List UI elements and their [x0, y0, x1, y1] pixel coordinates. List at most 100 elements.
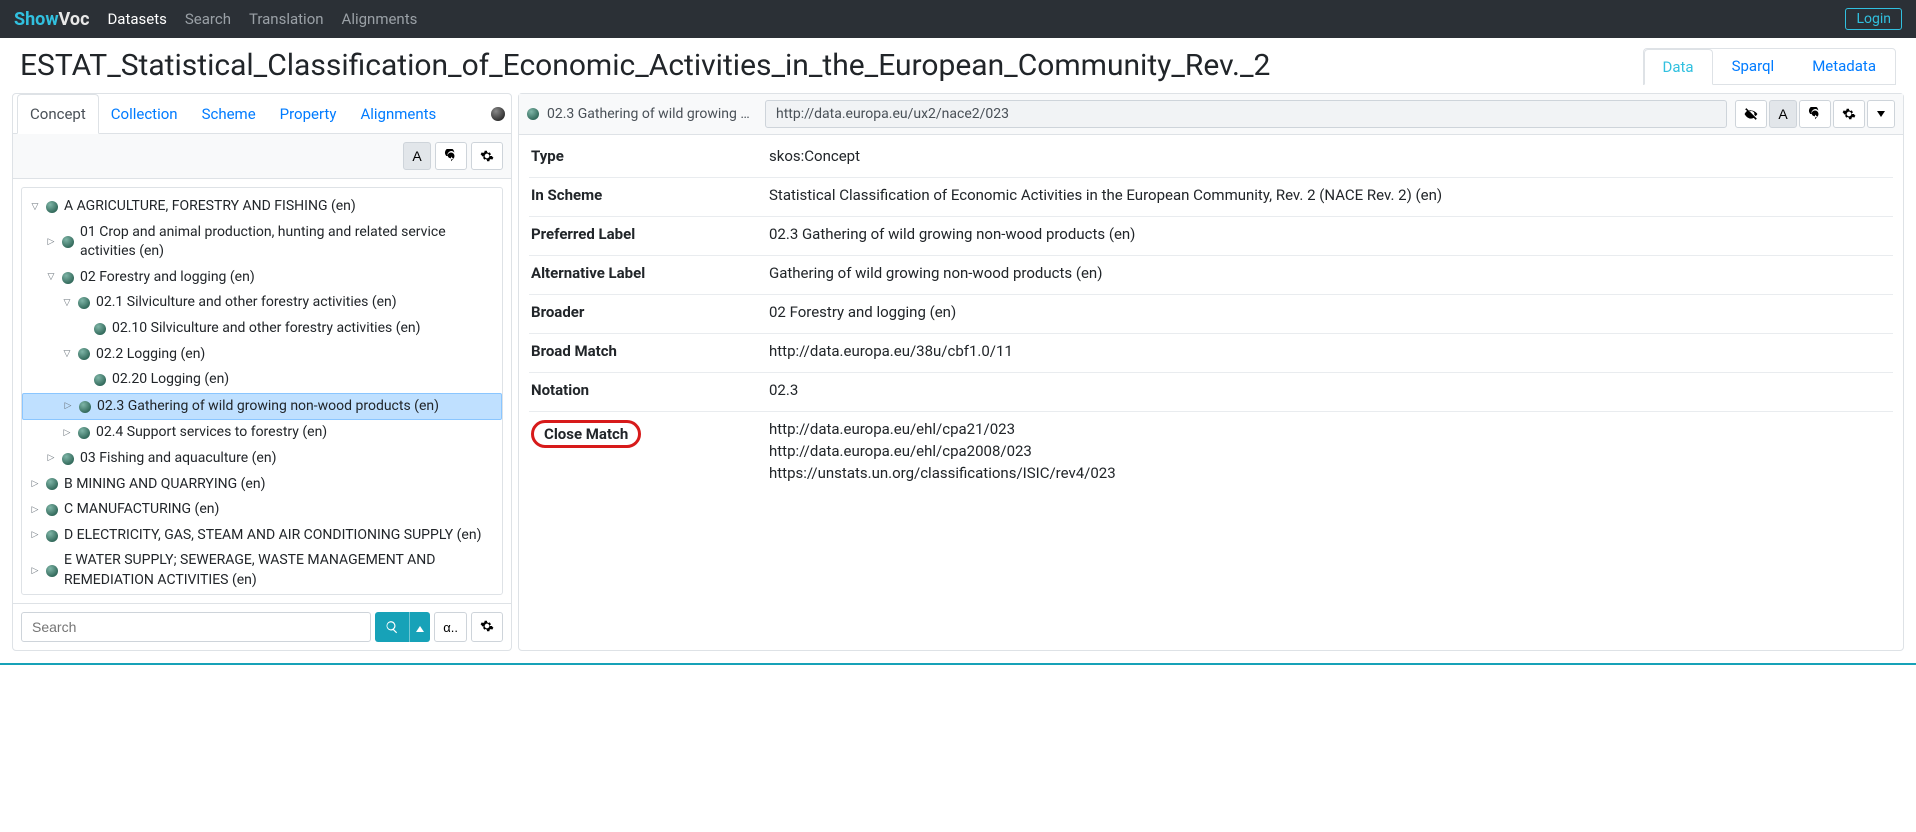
tree-node-label: 02 Forestry and logging (en) [80, 268, 255, 288]
detail-header: 02.3 Gathering of wild growing no... htt… [519, 94, 1903, 135]
property-row: Broader02 Forestry and logging (en) [529, 295, 1893, 334]
concept-orb-icon [46, 504, 58, 516]
concept-orb-icon [78, 348, 90, 360]
alpha-filter-button[interactable]: α.. [434, 612, 467, 642]
property-value: http://data.europa.eu/38u/cbf1.0/11 [769, 342, 1893, 364]
gear-icon [480, 149, 494, 163]
nav-search[interactable]: Search [185, 10, 231, 28]
property-label: Preferred Label [529, 225, 769, 247]
detail-more-button[interactable] [1867, 100, 1895, 128]
brand-logo[interactable]: ShowVoc [14, 9, 89, 30]
search-settings-button[interactable] [471, 612, 503, 642]
caret-closed-icon[interactable] [30, 566, 40, 576]
tree-node-label: B MINING AND QUARRYING (en) [64, 475, 265, 495]
tree-node[interactable]: D ELECTRICITY, GAS, STEAM AND AIR CONDIT… [22, 523, 502, 549]
refresh-button[interactable] [435, 142, 467, 170]
property-value: http://data.europa.eu/ehl/cpa21/023http:… [769, 420, 1893, 486]
nav-alignments[interactable]: Alignments [342, 10, 418, 28]
caret-closed-icon[interactable] [46, 237, 56, 247]
alpha-sort-button[interactable]: A [403, 142, 431, 170]
tree-node[interactable]: C MANUFACTURING (en) [22, 497, 502, 523]
tree-node[interactable]: 01 Crop and animal production, hunting a… [22, 220, 502, 265]
nav-translation[interactable]: Translation [249, 10, 324, 28]
tree-node[interactable]: 03 Fishing and aquaculture (en) [22, 446, 502, 472]
concept-tree[interactable]: A AGRICULTURE, FORESTRY AND FISHING (en)… [21, 187, 503, 595]
tree-node-label: 02.2 Logging (en) [96, 345, 205, 365]
footer-accent [0, 663, 1916, 665]
brand-part2: Voc [59, 9, 90, 30]
concept-orb-icon [46, 530, 58, 542]
tab-alignments-left[interactable]: Alignments [348, 95, 448, 133]
tree-node[interactable]: 02.1 Silviculture and other forestry act… [22, 290, 502, 316]
caret-closed-icon[interactable] [30, 479, 40, 489]
search-input[interactable] [21, 612, 371, 642]
tree-node-label: 02.10 Silviculture and other forestry ac… [112, 319, 421, 339]
tree-node-label: 03 Fishing and aquaculture (en) [80, 449, 276, 469]
property-value-line: https://unstats.un.org/classifications/I… [769, 464, 1893, 482]
property-value: 02 Forestry and logging (en) [769, 303, 1893, 325]
concept-orb-icon [46, 201, 58, 213]
hide-button[interactable] [1735, 100, 1767, 128]
tree-node[interactable]: E WATER SUPPLY; SEWERAGE, WASTE MANAGEME… [22, 548, 502, 593]
caret-open-icon[interactable] [62, 349, 72, 359]
property-value: 02.3 Gathering of wild growing non-wood … [769, 225, 1893, 247]
caret-open-icon[interactable] [62, 298, 72, 308]
page-tabs: Data Sparql Metadata [1643, 48, 1897, 85]
scheme-selector-icon[interactable] [491, 107, 505, 121]
tree-node[interactable]: 02.3 Gathering of wild growing non-wood … [22, 393, 502, 421]
login-button[interactable]: Login [1845, 8, 1902, 30]
uri-field[interactable]: http://data.europa.eu/ux2/nace2/023 [765, 100, 1727, 128]
tab-collection[interactable]: Collection [99, 95, 190, 133]
property-value: Statistical Classification of Economic A… [769, 186, 1893, 208]
tab-concept[interactable]: Concept [17, 94, 99, 134]
property-label: In Scheme [529, 186, 769, 208]
concept-orb-icon [62, 272, 74, 284]
nav-datasets[interactable]: Datasets [107, 10, 166, 28]
property-label: Type [529, 147, 769, 169]
search-button[interactable] [375, 612, 409, 642]
tree-node[interactable]: B MINING AND QUARRYING (en) [22, 472, 502, 498]
concept-orb-icon [78, 427, 90, 439]
caret-closed-icon[interactable] [30, 505, 40, 515]
property-label: Notation [529, 381, 769, 403]
tree-node[interactable]: 02 Forestry and logging (en) [22, 265, 502, 291]
search-bar: α.. [13, 603, 511, 650]
tab-scheme[interactable]: Scheme [190, 95, 268, 133]
detail-panel: 02.3 Gathering of wild growing no... htt… [518, 93, 1904, 651]
eye-off-icon [1744, 107, 1758, 121]
caret-down-icon [1877, 111, 1885, 117]
detail-refresh-button[interactable] [1799, 100, 1831, 128]
search-dropdown-button[interactable] [409, 612, 430, 642]
properties-list: Typeskos:ConceptIn SchemeStatistical Cla… [519, 135, 1903, 514]
property-value-line: http://data.europa.eu/ehl/cpa2008/023 [769, 442, 1893, 460]
tree-settings-button[interactable] [471, 142, 503, 170]
tree-node[interactable]: 02.20 Logging (en) [22, 367, 502, 393]
caret-open-icon[interactable] [30, 202, 40, 212]
detail-title: 02.3 Gathering of wild growing no... [547, 106, 757, 122]
page-header: ESTAT_Statistical_Classification_of_Econ… [0, 38, 1916, 85]
property-label: Broad Match [529, 342, 769, 364]
tab-sparql[interactable]: Sparql [1713, 49, 1794, 84]
caret-closed-icon[interactable] [63, 402, 73, 412]
caret-closed-icon[interactable] [62, 428, 72, 438]
tree-node[interactable]: A AGRICULTURE, FORESTRY AND FISHING (en) [22, 194, 502, 220]
property-value: Gathering of wild growing non-wood produ… [769, 264, 1893, 286]
detail-settings-button[interactable] [1833, 100, 1865, 128]
tab-metadata[interactable]: Metadata [1793, 49, 1895, 84]
tab-property[interactable]: Property [268, 95, 349, 133]
caret-open-icon[interactable] [46, 273, 56, 283]
tab-data[interactable]: Data [1644, 49, 1713, 85]
concept-orb-icon [79, 401, 91, 413]
property-value-line: 02.3 Gathering of wild growing non-wood … [769, 225, 1893, 243]
tree-node-label: 02.1 Silviculture and other forestry act… [96, 293, 397, 313]
tree-node[interactable]: 02.4 Support services to forestry (en) [22, 420, 502, 446]
tree-node[interactable]: 02.2 Logging (en) [22, 342, 502, 368]
tree-node[interactable]: 02.10 Silviculture and other forestry ac… [22, 316, 502, 342]
concept-orb-icon [78, 297, 90, 309]
caret-closed-icon[interactable] [46, 454, 56, 464]
caret-closed-icon[interactable] [30, 531, 40, 541]
caret-up-icon [416, 626, 424, 632]
alpha-view-button[interactable]: A [1769, 100, 1797, 128]
tree-node-label: A AGRICULTURE, FORESTRY AND FISHING (en) [64, 197, 356, 217]
property-value-line: http://data.europa.eu/38u/cbf1.0/11 [769, 342, 1893, 360]
